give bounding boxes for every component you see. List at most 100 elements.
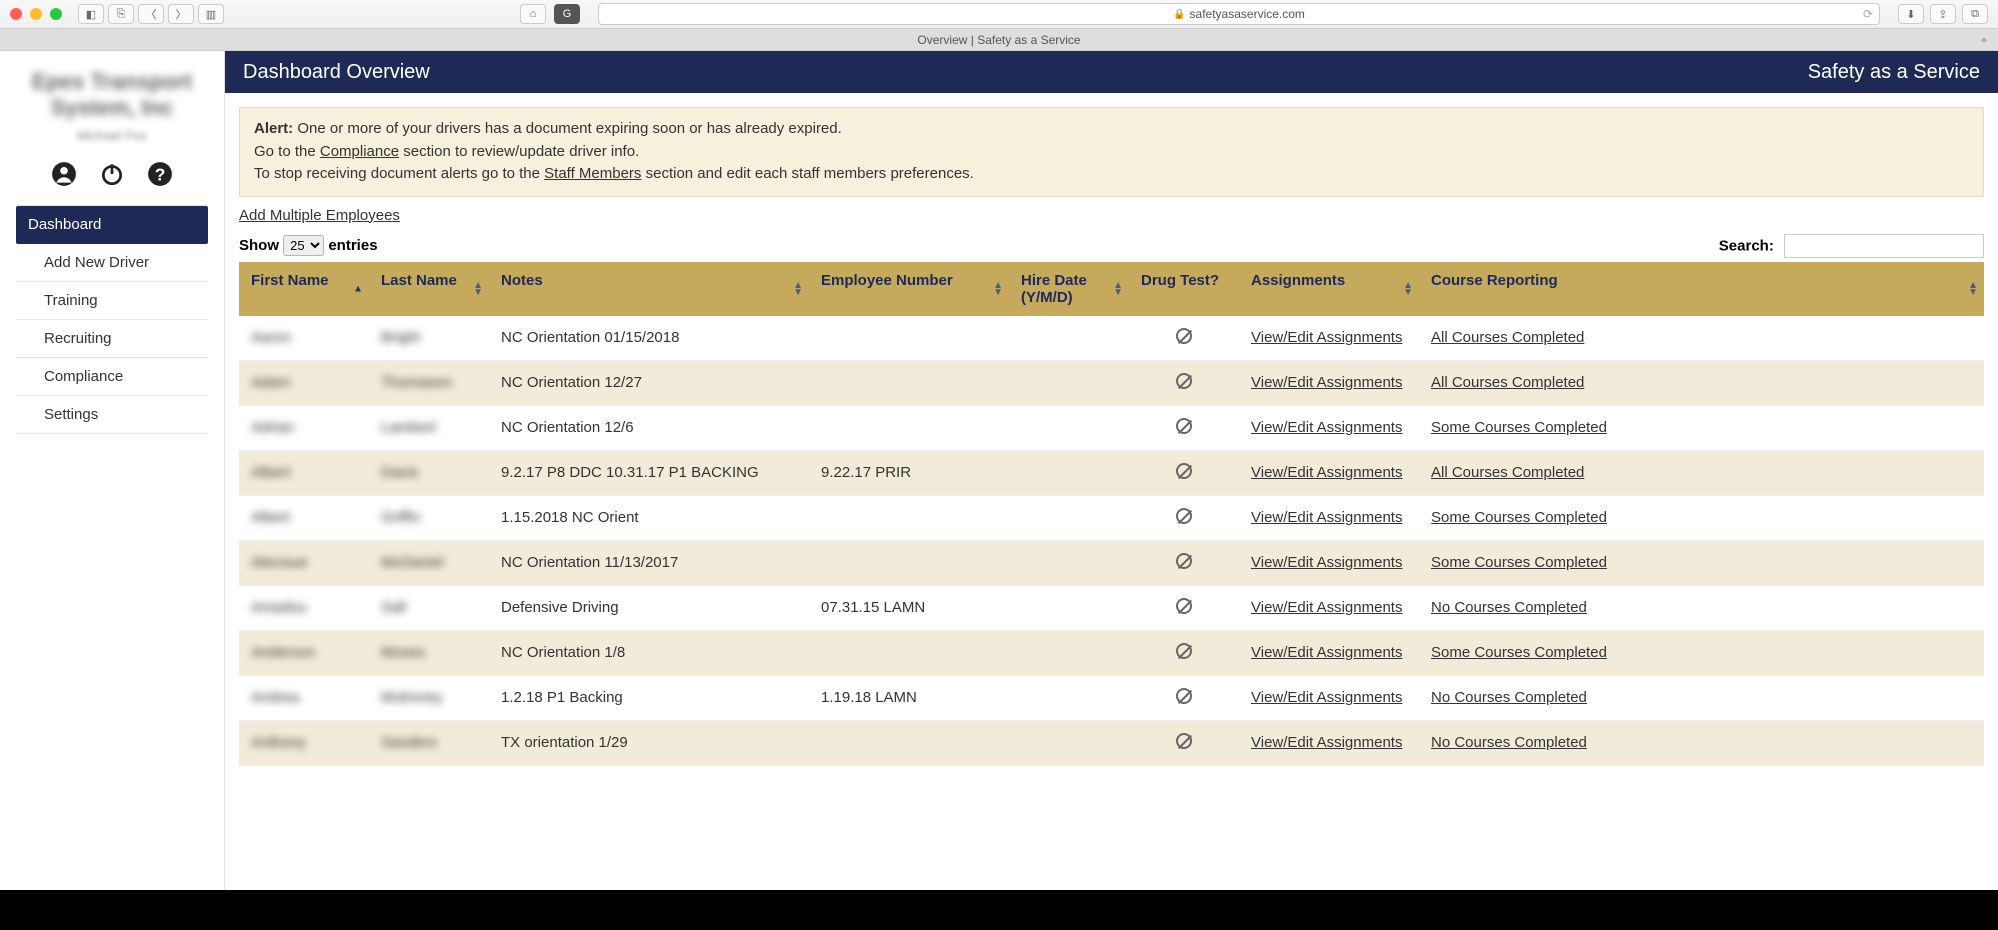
col-assignments[interactable]: Assignments▲▼ <box>1239 262 1419 316</box>
course-status-link[interactable]: No Courses Completed <box>1431 599 1587 616</box>
reload-icon[interactable]: ⟳ <box>1863 7 1873 21</box>
url-text: safetyasaservice.com <box>1190 7 1305 21</box>
page-title: Dashboard Overview <box>243 61 430 84</box>
view-edit-assignments-link[interactable]: View/Edit Assignments <box>1251 554 1402 571</box>
tabs-icon[interactable]: ⧉ <box>1962 4 1988 24</box>
table-row: AlecisueMcDanielNC Orientation 11/13/201… <box>239 540 1984 585</box>
nav-item-settings[interactable]: Settings <box>16 396 208 434</box>
table-row: AmadouSallDefensive Driving07.31.15 LAMN… <box>239 585 1984 630</box>
extension-icon[interactable]: G <box>554 4 580 24</box>
maximize-window-button[interactable] <box>50 8 62 20</box>
new-tab-button[interactable]: + <box>1974 30 1994 50</box>
compliance-link[interactable]: Compliance <box>320 143 399 160</box>
view-edit-assignments-link[interactable]: View/Edit Assignments <box>1251 599 1402 616</box>
page-size-select[interactable]: 25 <box>283 235 324 256</box>
col-first-name[interactable]: First Name▲ <box>239 262 369 316</box>
ban-icon <box>1176 733 1192 749</box>
cell-notes: NC Orientation 01/15/2018 <box>489 316 809 361</box>
ban-icon <box>1176 508 1192 524</box>
nav-item-training[interactable]: Training <box>16 282 208 320</box>
course-status-link[interactable]: All Courses Completed <box>1431 374 1584 391</box>
forward-button[interactable]: 〉 <box>168 4 194 24</box>
cell-course-reporting: No Courses Completed <box>1419 585 1984 630</box>
cell-first-name: Alecisue <box>239 540 369 585</box>
cell-employee-number: 9.22.17 PRIR <box>809 450 1009 495</box>
course-status-link[interactable]: Some Courses Completed <box>1431 644 1607 661</box>
cell-last-name: Davis <box>369 450 489 495</box>
ban-icon <box>1176 643 1192 659</box>
reader-icon[interactable]: ⎘ <box>108 4 134 24</box>
cell-assignments: View/Edit Assignments <box>1239 360 1419 405</box>
course-status-link[interactable]: No Courses Completed <box>1431 734 1587 751</box>
share-icon[interactable]: ⇪ <box>1930 4 1956 24</box>
view-edit-assignments-link[interactable]: View/Edit Assignments <box>1251 419 1402 436</box>
nav-item-compliance[interactable]: Compliance <box>16 358 208 396</box>
course-status-link[interactable]: Some Courses Completed <box>1431 419 1607 436</box>
course-status-link[interactable]: No Courses Completed <box>1431 689 1587 706</box>
cell-hire-date <box>1009 540 1129 585</box>
power-icon[interactable] <box>99 161 125 187</box>
col-drug-test[interactable]: Drug Test? <box>1129 262 1239 316</box>
minimize-window-button[interactable] <box>30 8 42 20</box>
nav-item-recruiting[interactable]: Recruiting <box>16 320 208 358</box>
view-edit-assignments-link[interactable]: View/Edit Assignments <box>1251 464 1402 481</box>
cell-employee-number <box>809 316 1009 361</box>
alert-banner: Alert: One or more of your drivers has a… <box>239 107 1984 197</box>
cell-drug-test <box>1129 540 1239 585</box>
back-button[interactable]: 〈 <box>138 4 164 24</box>
cell-first-name: Amadou <box>239 585 369 630</box>
cell-notes: NC Orientation 12/6 <box>489 405 809 450</box>
cell-employee-number <box>809 540 1009 585</box>
staff-members-link[interactable]: Staff Members <box>544 165 641 182</box>
ban-icon <box>1176 328 1192 344</box>
ban-icon <box>1176 418 1192 434</box>
view-edit-assignments-link[interactable]: View/Edit Assignments <box>1251 509 1402 526</box>
address-bar[interactable]: 🔒 safetyasaservice.com ⟳ <box>598 3 1880 25</box>
search-input[interactable] <box>1784 234 1984 258</box>
col-course-reporting[interactable]: Course Reporting▲▼ <box>1419 262 1984 316</box>
cell-assignments: View/Edit Assignments <box>1239 316 1419 361</box>
close-window-button[interactable] <box>10 8 22 20</box>
sidebar-toggle-icon[interactable]: ◧ <box>78 4 104 24</box>
user-name: Michael Fox <box>8 128 216 143</box>
cell-course-reporting: All Courses Completed <box>1419 316 1984 361</box>
help-icon[interactable]: ? <box>147 161 173 187</box>
course-status-link[interactable]: All Courses Completed <box>1431 329 1584 346</box>
cell-drug-test <box>1129 405 1239 450</box>
cell-last-name: Lambert <box>369 405 489 450</box>
nav-item-add-new-driver[interactable]: Add New Driver <box>16 244 208 282</box>
view-edit-assignments-link[interactable]: View/Edit Assignments <box>1251 329 1402 346</box>
account-icon[interactable] <box>51 161 77 187</box>
panel-toggle-icon[interactable]: ▥ <box>198 4 224 24</box>
add-multiple-employees-link[interactable]: Add Multiple Employees <box>239 207 400 224</box>
downloads-icon[interactable]: ⬇ <box>1898 4 1924 24</box>
table-row: AlbertGriffin1.15.2018 NC OrientView/Edi… <box>239 495 1984 540</box>
cell-assignments: View/Edit Assignments <box>1239 630 1419 675</box>
cell-hire-date <box>1009 495 1129 540</box>
col-hire-date[interactable]: Hire Date (Y/M/D)▲▼ <box>1009 262 1129 316</box>
col-employee-number[interactable]: Employee Number▲▼ <box>809 262 1009 316</box>
cell-notes: NC Orientation 11/13/2017 <box>489 540 809 585</box>
col-notes[interactable]: Notes▲▼ <box>489 262 809 316</box>
cell-assignments: View/Edit Assignments <box>1239 450 1419 495</box>
view-edit-assignments-link[interactable]: View/Edit Assignments <box>1251 689 1402 706</box>
cell-hire-date <box>1009 585 1129 630</box>
view-edit-assignments-link[interactable]: View/Edit Assignments <box>1251 734 1402 751</box>
cell-hire-date <box>1009 405 1129 450</box>
view-edit-assignments-link[interactable]: View/Edit Assignments <box>1251 644 1402 661</box>
view-edit-assignments-link[interactable]: View/Edit Assignments <box>1251 374 1402 391</box>
tab-title[interactable]: Overview | Safety as a Service <box>917 33 1080 47</box>
course-status-link[interactable]: All Courses Completed <box>1431 464 1584 481</box>
course-status-link[interactable]: Some Courses Completed <box>1431 554 1607 571</box>
col-last-name[interactable]: Last Name▲▼ <box>369 262 489 316</box>
course-status-link[interactable]: Some Courses Completed <box>1431 509 1607 526</box>
cell-drug-test <box>1129 495 1239 540</box>
cell-first-name: Andrea <box>239 675 369 720</box>
cell-employee-number <box>809 405 1009 450</box>
cell-notes: TX orientation 1/29 <box>489 720 809 765</box>
cell-drug-test <box>1129 675 1239 720</box>
home-icon[interactable]: ⌂ <box>520 4 546 24</box>
cell-notes: 1.2.18 P1 Backing <box>489 675 809 720</box>
company-name: Epes Transport System, Inc <box>8 69 216 122</box>
nav-item-dashboard[interactable]: Dashboard <box>16 206 208 244</box>
